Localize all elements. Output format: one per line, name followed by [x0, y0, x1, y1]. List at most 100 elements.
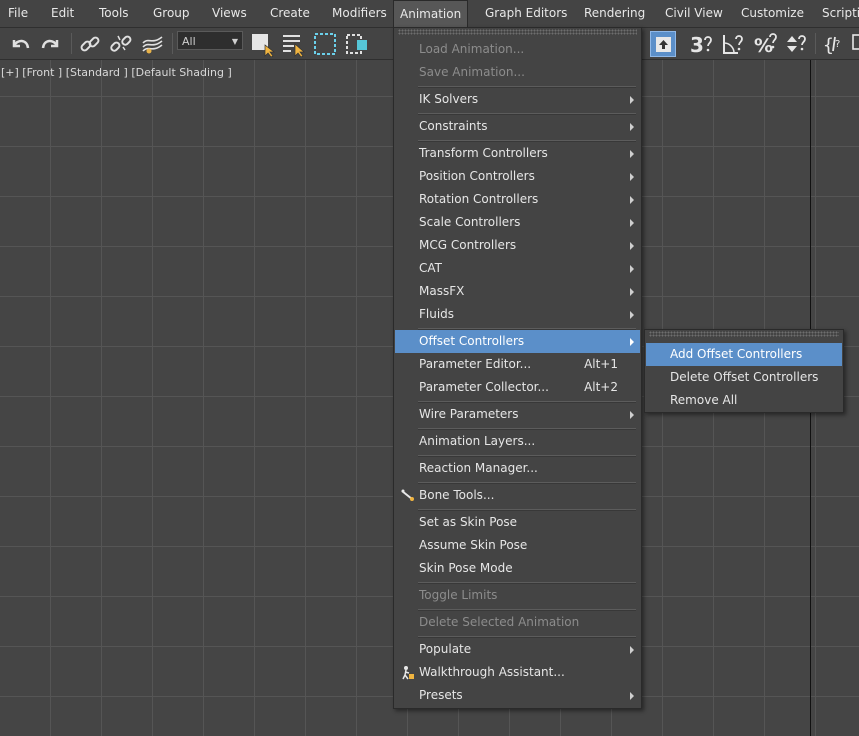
menu-item-save-animation: Save Animation...: [395, 61, 640, 84]
menu-edit[interactable]: Edit: [45, 0, 80, 27]
menu-item-presets[interactable]: Presets: [395, 684, 640, 707]
menu-tearoff-grip[interactable]: [649, 331, 839, 337]
menu-item-fluids[interactable]: Fluids: [395, 303, 640, 326]
menu-item-label: Toggle Limits: [419, 588, 498, 602]
menu-modifiers[interactable]: Modifiers: [326, 0, 393, 27]
menu-item-remove-all[interactable]: Remove All: [646, 389, 842, 412]
menu-item-label: Transform Controllers: [419, 146, 548, 160]
menu-item-label: Set as Skin Pose: [419, 515, 518, 529]
menu-item-animation-layers[interactable]: Animation Layers...: [395, 430, 640, 453]
menu-item-reaction-manager[interactable]: Reaction Manager...: [395, 457, 640, 480]
menu-item-toggle-limits: Toggle Limits: [395, 584, 640, 607]
menu-item-scale-controllers[interactable]: Scale Controllers: [395, 211, 640, 234]
menu-item-label: Add Offset Controllers: [670, 347, 803, 361]
link-icon[interactable]: [77, 31, 103, 57]
menu-item-add-offset-controllers[interactable]: Add Offset Controllers: [646, 343, 842, 366]
menu-item-delete-offset-controllers[interactable]: Delete Offset Controllers: [646, 366, 842, 389]
menu-item-label: Skin Pose Mode: [419, 561, 513, 575]
selection-filter-dropdown[interactable]: All ▼: [177, 31, 243, 50]
menu-civil-view[interactable]: Civil View: [659, 0, 729, 27]
submenu-arrow-icon: [630, 96, 634, 104]
undo-icon[interactable]: [7, 31, 33, 57]
menu-item-label: Populate: [419, 642, 472, 656]
menu-graph-editors[interactable]: Graph Editors: [479, 0, 573, 27]
menu-tools[interactable]: Tools: [93, 0, 135, 27]
menu-item-set-as-skin-pose[interactable]: Set as Skin Pose: [395, 511, 640, 534]
bone-tools-icon: [400, 488, 415, 503]
toolbar-overflow-icon[interactable]: [851, 31, 859, 57]
menu-scripting[interactable]: Scriptin: [816, 0, 859, 27]
menu-views[interactable]: Views: [206, 0, 253, 27]
svg-text:3: 3: [690, 33, 704, 57]
menu-item-mcg-controllers[interactable]: MCG Controllers: [395, 234, 640, 257]
menu-animation[interactable]: Animation: [393, 0, 469, 27]
menu-item-label: Delete Offset Controllers: [670, 370, 819, 384]
menu-item-label: Bone Tools...: [419, 488, 495, 502]
menu-item-label: Position Controllers: [419, 169, 535, 183]
toolbar-separator: [172, 33, 173, 54]
menu-item-position-controllers[interactable]: Position Controllers: [395, 165, 640, 188]
menu-item-label: Reaction Manager...: [419, 461, 538, 475]
menu-item-cat[interactable]: CAT: [395, 257, 640, 280]
menu-item-rotation-controllers[interactable]: Rotation Controllers: [395, 188, 640, 211]
menu-item-constraints[interactable]: Constraints: [395, 115, 640, 138]
snaps-use-axis-constraints-icon[interactable]: [650, 31, 676, 57]
select-by-name-icon[interactable]: [280, 31, 306, 57]
menu-item-label: MCG Controllers: [419, 238, 517, 252]
spinner-snap-icon[interactable]: [784, 31, 810, 57]
menu-file[interactable]: File: [2, 0, 34, 27]
window-crossing-icon[interactable]: [344, 31, 370, 57]
menu-item-bone-tools[interactable]: Bone Tools...: [395, 484, 640, 507]
bind-space-warp-icon[interactable]: [140, 31, 166, 57]
selection-filter-value: All: [182, 35, 196, 48]
menu-item-assume-skin-pose[interactable]: Assume Skin Pose: [395, 534, 640, 557]
menu-item-label: Parameter Editor...: [419, 357, 532, 371]
percent-snap-icon[interactable]: %: [753, 31, 779, 57]
submenu-arrow-icon: [630, 338, 634, 346]
submenu-arrow-icon: [630, 150, 634, 158]
rectangular-selection-icon[interactable]: [312, 31, 338, 57]
walkthrough-assistant-icon: [400, 665, 415, 680]
shortcut-label: Alt+2: [584, 380, 618, 394]
menu-customize[interactable]: Customize: [735, 0, 810, 27]
svg-text:%: %: [754, 35, 773, 57]
menu-create[interactable]: Create: [264, 0, 316, 27]
menu-item-parameter-editor[interactable]: Parameter Editor... Alt+1: [395, 353, 640, 376]
offset-controllers-submenu: Add Offset Controllers Delete Offset Con…: [644, 329, 844, 413]
menu-item-label: Constraints: [419, 119, 488, 133]
submenu-arrow-icon: [630, 123, 634, 131]
menu-item-label: Walkthrough Assistant...: [419, 665, 565, 679]
angle-snap-icon[interactable]: [720, 31, 746, 57]
submenu-arrow-icon: [630, 288, 634, 296]
menu-item-label: Assume Skin Pose: [419, 538, 528, 552]
toolbar-separator: [71, 33, 72, 54]
submenu-arrow-icon: [630, 242, 634, 250]
menu-item-transform-controllers[interactable]: Transform Controllers: [395, 142, 640, 165]
menu-item-wire-parameters[interactable]: Wire Parameters: [395, 403, 640, 426]
menu-item-offset-controllers[interactable]: Offset Controllers: [395, 330, 640, 353]
redo-icon[interactable]: [38, 31, 64, 57]
menu-item-label: Rotation Controllers: [419, 192, 539, 206]
menu-tearoff-grip[interactable]: [398, 29, 637, 35]
toolbar-separator: [815, 33, 816, 54]
menu-item-skin-pose-mode[interactable]: Skin Pose Mode: [395, 557, 640, 580]
menu-item-label: MassFX: [419, 284, 465, 298]
menu-item-label: Parameter Collector...: [419, 380, 549, 394]
menu-bar: File Edit Tools Group Views Create Modif…: [0, 0, 859, 28]
menu-item-label: Save Animation...: [419, 65, 525, 79]
menu-item-massfx[interactable]: MassFX: [395, 280, 640, 303]
viewport-label[interactable]: [+] [Front ] [Standard ] [Default Shadin…: [1, 66, 232, 79]
menu-item-populate[interactable]: Populate: [395, 638, 640, 661]
menu-item-label: Remove All: [670, 393, 738, 407]
menu-item-parameter-collector[interactable]: Parameter Collector... Alt+2: [395, 376, 640, 399]
menu-rendering[interactable]: Rendering: [578, 0, 651, 27]
menu-item-walkthrough-assistant[interactable]: Walkthrough Assistant...: [395, 661, 640, 684]
menu-group[interactable]: Group: [147, 0, 196, 27]
select-object-icon[interactable]: [249, 31, 275, 57]
menu-item-ik-solvers[interactable]: IK Solvers: [395, 88, 640, 111]
menu-item-label: IK Solvers: [419, 92, 479, 106]
unlink-icon[interactable]: [108, 31, 134, 57]
edit-named-selection-icon[interactable]: {?: [821, 31, 847, 57]
snaps-toggle-icon[interactable]: 3: [688, 31, 714, 57]
menu-item-load-animation: Load Animation...: [395, 38, 640, 61]
